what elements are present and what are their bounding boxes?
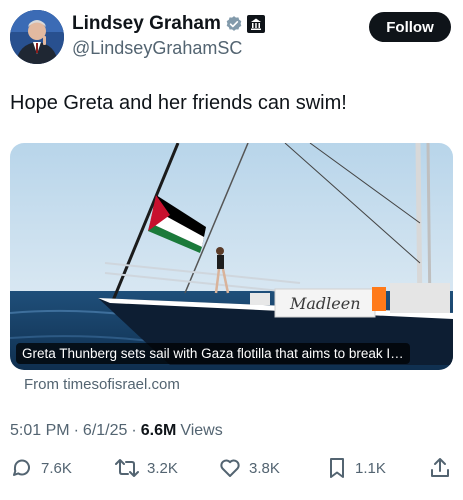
- like-button[interactable]: 3.8K: [218, 456, 280, 480]
- meta-separator: ·: [131, 422, 137, 439]
- meta-separator: ·: [73, 422, 79, 439]
- tweet-meta: 5:01 PM · 6/1/25 · 6.6M Views: [10, 422, 223, 440]
- follow-button[interactable]: Follow: [369, 12, 451, 42]
- views-count: 6.6M: [140, 422, 177, 439]
- boat-name-label: Madleen: [289, 294, 361, 313]
- author-name[interactable]: Lindsey Graham: [72, 13, 221, 35]
- bookmark-button[interactable]: 1.1K: [326, 456, 386, 480]
- author-handle[interactable]: @LindseyGrahamSC: [72, 38, 242, 59]
- reply-count: 7.6K: [41, 459, 72, 477]
- tweet-time[interactable]: 5:01 PM: [10, 422, 70, 440]
- tweet-date[interactable]: 6/1/25: [83, 422, 127, 440]
- media-image: Madleen: [10, 143, 453, 370]
- media-card[interactable]: Madleen Greta Thunberg sets sail with Ga…: [10, 143, 453, 370]
- tweet-text: Hope Greta and her friends can swim!: [10, 92, 347, 114]
- repost-icon: [115, 459, 139, 477]
- verified-badge-icon: [225, 15, 243, 33]
- views-label: Views: [180, 422, 223, 439]
- bookmark-icon: [330, 458, 344, 478]
- heart-icon: [220, 459, 240, 477]
- share-icon: [431, 458, 449, 477]
- repost-count: 3.2K: [147, 459, 178, 477]
- media-caption: Greta Thunberg sets sail with Gaza floti…: [16, 343, 410, 364]
- share-button[interactable]: [428, 456, 452, 480]
- bookmark-count: 1.1K: [355, 459, 386, 477]
- avatar[interactable]: [10, 10, 64, 64]
- link-source[interactable]: From timesofisrael.com: [24, 376, 180, 393]
- reply-button[interactable]: 7.6K: [10, 456, 72, 480]
- tweet-header: Lindsey Graham @LindseyGrahamSC Follow: [10, 8, 455, 64]
- repost-button[interactable]: 3.2K: [114, 456, 178, 480]
- like-count: 3.8K: [249, 459, 280, 477]
- government-building-icon: [246, 15, 265, 33]
- action-bar: 7.6K 3.2K 3.8K 1.1K: [10, 456, 453, 486]
- reply-icon: [13, 459, 30, 476]
